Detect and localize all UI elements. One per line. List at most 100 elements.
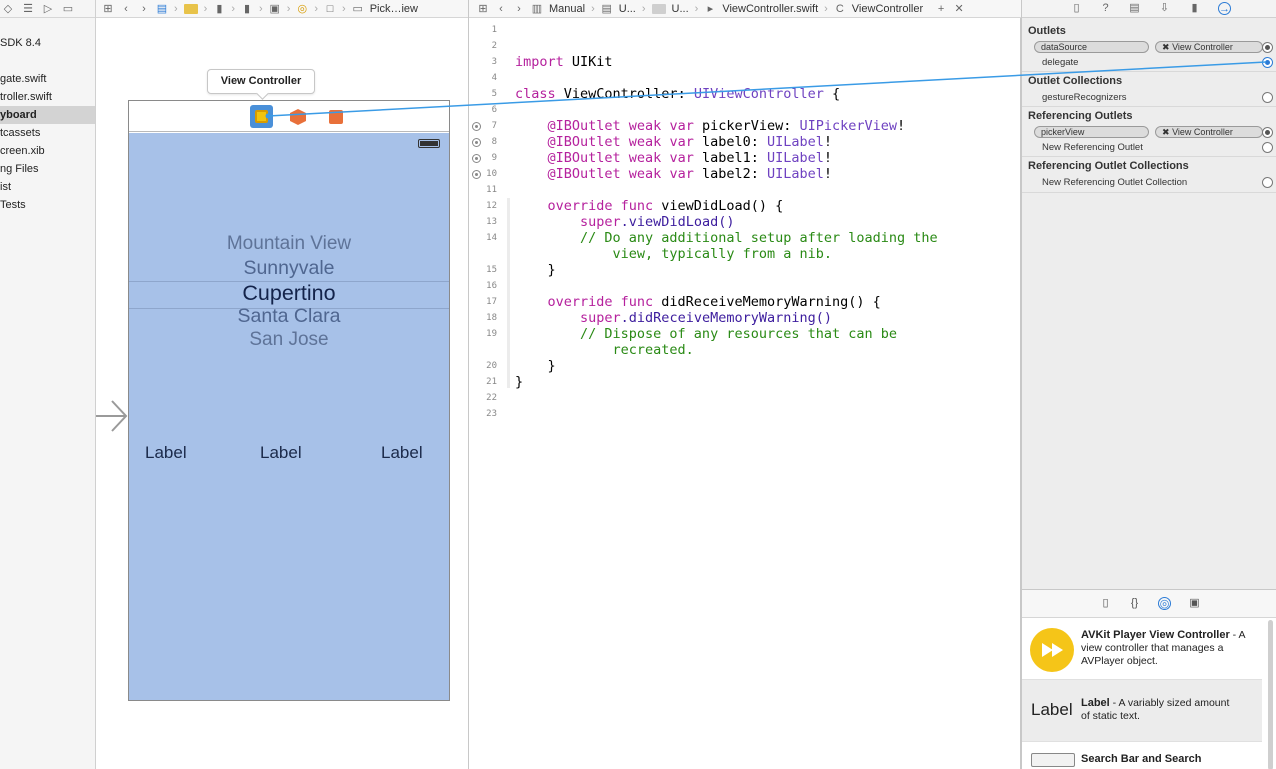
storyboard-canvas[interactable]: ⊞ ‹ › ▤ › › ▮ › ▮ › ▣ › ◎ › □ › ▭ Pick…i… — [96, 0, 469, 769]
folder-icon[interactable] — [651, 3, 666, 14]
library-item-searchbar[interactable]: Search Bar and Search — [1022, 742, 1262, 769]
jump-bar-class[interactable]: ViewController — [852, 3, 923, 15]
picker-row[interactable]: Mountain View — [129, 233, 449, 255]
label0[interactable]: Label — [145, 443, 187, 463]
view-controller-scene-icon[interactable]: ▣ — [269, 3, 281, 15]
nav-item-xcassets[interactable]: tcassets — [0, 124, 95, 142]
manual-icon[interactable]: ▥ — [531, 3, 543, 15]
view-controller-dock-icon[interactable] — [250, 105, 273, 128]
code-line: @IBOutlet weak var label2: UILabel! — [515, 166, 833, 182]
attributes-inspector-icon[interactable]: ⇩ — [1158, 2, 1171, 15]
forward-icon[interactable]: › — [513, 3, 525, 15]
picker-view-icon[interactable]: ▭ — [352, 3, 364, 15]
outlet-collection-circle[interactable] — [1262, 92, 1273, 103]
breakpoint-navigator-icon[interactable]: ◇ — [2, 3, 14, 15]
remove-connection-icon[interactable]: ✖ — [1162, 127, 1170, 137]
class-icon[interactable]: C — [834, 3, 846, 15]
main-view[interactable]: Mountain View Sunnyvale Cupertino Santa … — [129, 133, 449, 700]
picker-row[interactable]: Santa Clara — [129, 305, 449, 328]
forward-icon[interactable]: › — [138, 3, 150, 15]
view-controller-icon[interactable]: ◎ — [296, 3, 308, 15]
nav-item-plist[interactable]: ist — [0, 178, 95, 196]
outlet-connected-icon[interactable] — [472, 154, 481, 163]
project-file-icon[interactable]: ▤ — [156, 3, 168, 15]
code-line: super.didReceiveMemoryWarning() — [515, 310, 832, 326]
jump-bar-file[interactable]: ViewController.swift — [722, 3, 818, 15]
nav-item-tests[interactable]: Tests — [0, 196, 95, 214]
code-line: class ViewController: UIViewController { — [515, 86, 841, 102]
folder-icon[interactable] — [183, 3, 198, 14]
grid-icon[interactable]: ⊞ — [102, 3, 114, 15]
picker-row[interactable]: San Jose — [129, 329, 449, 351]
ref-outlet-pickerview-circle[interactable] — [1262, 127, 1273, 138]
nav-item-supporting-files[interactable]: ng Files — [0, 160, 95, 178]
file-icon[interactable]: ▮ — [213, 3, 225, 15]
jump-bar-manual[interactable]: Manual — [549, 3, 585, 15]
back-icon[interactable]: ‹ — [495, 3, 507, 15]
list-icon[interactable]: ☰ — [22, 3, 34, 15]
library-item-avkit[interactable]: AVKit Player View Controller - A view co… — [1022, 618, 1262, 680]
code-line: override func didReceiveMemoryWarning() … — [515, 294, 881, 310]
swift-file-icon[interactable]: ▸ — [704, 3, 716, 15]
code-snippet-library-icon[interactable]: {} — [1128, 597, 1141, 610]
connections-inspector-icon[interactable]: → — [1218, 2, 1231, 15]
project-icon[interactable]: ▤ — [601, 3, 613, 15]
new-referencing-outlet-collection-circle[interactable] — [1262, 177, 1273, 188]
label1[interactable]: Label — [260, 443, 302, 463]
object-library-icon[interactable]: ◎ — [1158, 597, 1171, 610]
related-items-icon[interactable]: ⊞ — [477, 3, 489, 15]
library-item-label[interactable]: Label Label - A variably sized amount of … — [1022, 680, 1262, 742]
scene-icon[interactable]: ▮ — [241, 3, 253, 15]
outlet-datasource-circle[interactable] — [1262, 42, 1273, 53]
add-assistant-icon[interactable]: + — [935, 3, 947, 15]
picker-row-selected[interactable]: Cupertino — [129, 281, 449, 306]
picker-view[interactable]: Mountain View Sunnyvale Cupertino Santa … — [129, 233, 449, 358]
jump-bar-project[interactable]: U... — [619, 3, 636, 15]
exit-icon[interactable] — [329, 110, 343, 124]
file-list: SDK 8.4 gate.swift troller.swift yboard … — [0, 34, 95, 214]
file-template-library-icon[interactable]: ▯ — [1099, 597, 1112, 610]
library-item-title: AVKit Player View Controller — [1081, 629, 1230, 641]
nav-item-viewcontroller[interactable]: troller.swift — [0, 88, 95, 106]
nav-item-appdelegate[interactable]: gate.swift — [0, 70, 95, 88]
nav-item-launchscreen[interactable]: creen.xib — [0, 142, 95, 160]
outlet-delegate-circle[interactable] — [1262, 57, 1273, 68]
outlet-connected-icon[interactable] — [472, 138, 481, 147]
view-icon[interactable]: □ — [324, 3, 336, 15]
outlet-connected-icon[interactable] — [472, 170, 481, 179]
jump-bar-group[interactable]: U... — [672, 3, 689, 15]
outlet-connected-icon[interactable] — [472, 122, 481, 131]
assistant-editor[interactable]: ⊞ ‹ › ▥ Manual › ▤ U... › U... › ▸ ViewC… — [469, 0, 1021, 769]
size-inspector-icon[interactable]: ▮ — [1188, 2, 1201, 15]
comment-icon[interactable]: ▭ — [62, 3, 74, 15]
nav-item-storyboard[interactable]: yboard — [0, 106, 95, 124]
code-comment: recreated. — [515, 342, 694, 358]
quick-help-icon[interactable]: ? — [1099, 2, 1112, 15]
library-tabs: ▯ {} ◎ ▣ — [1022, 590, 1276, 618]
picker-row[interactable]: Sunnyvale — [129, 257, 449, 280]
label2[interactable]: Label — [381, 443, 423, 463]
ref-outlet-pickerview[interactable]: pickerView — [1034, 126, 1149, 138]
line-number: 6 — [491, 105, 497, 115]
first-responder-icon[interactable] — [290, 109, 306, 125]
file-inspector-icon[interactable]: ▯ — [1070, 2, 1083, 15]
library-scrollbar[interactable] — [1268, 620, 1273, 769]
back-icon[interactable]: ‹ — [120, 3, 132, 15]
nav-item-sdk[interactable]: SDK 8.4 — [0, 34, 95, 52]
identity-inspector-icon[interactable]: ▤ — [1128, 2, 1141, 15]
outlet-datasource-target[interactable]: ✖ View Controller — [1155, 41, 1263, 53]
ref-outlet-pickerview-target[interactable]: ✖ View Controller — [1155, 126, 1263, 138]
new-referencing-outlet-collection[interactable]: New Referencing Outlet Collection — [1042, 177, 1187, 188]
view-controller-scene[interactable]: Mountain View Sunnyvale Cupertino Santa … — [128, 100, 450, 701]
remove-connection-icon[interactable]: ✖ — [1162, 42, 1170, 52]
jump-bar-picker-view[interactable]: Pick…iew — [370, 3, 418, 15]
tag-icon[interactable]: ▷ — [42, 3, 54, 15]
media-library-icon[interactable]: ▣ — [1188, 597, 1201, 610]
outlet-datasource[interactable]: dataSource — [1034, 41, 1149, 53]
new-referencing-outlet[interactable]: New Referencing Outlet — [1042, 142, 1143, 153]
editor-jump-bar: ⊞ ‹ › ▥ Manual › ▤ U... › U... › ▸ ViewC… — [469, 0, 1021, 18]
new-referencing-outlet-circle[interactable] — [1262, 142, 1273, 153]
close-assistant-icon[interactable]: ✕ — [953, 3, 965, 15]
outlet-delegate[interactable]: delegate — [1042, 57, 1078, 68]
outlet-collection-gesturerecognizers[interactable]: gestureRecognizers — [1042, 92, 1127, 103]
